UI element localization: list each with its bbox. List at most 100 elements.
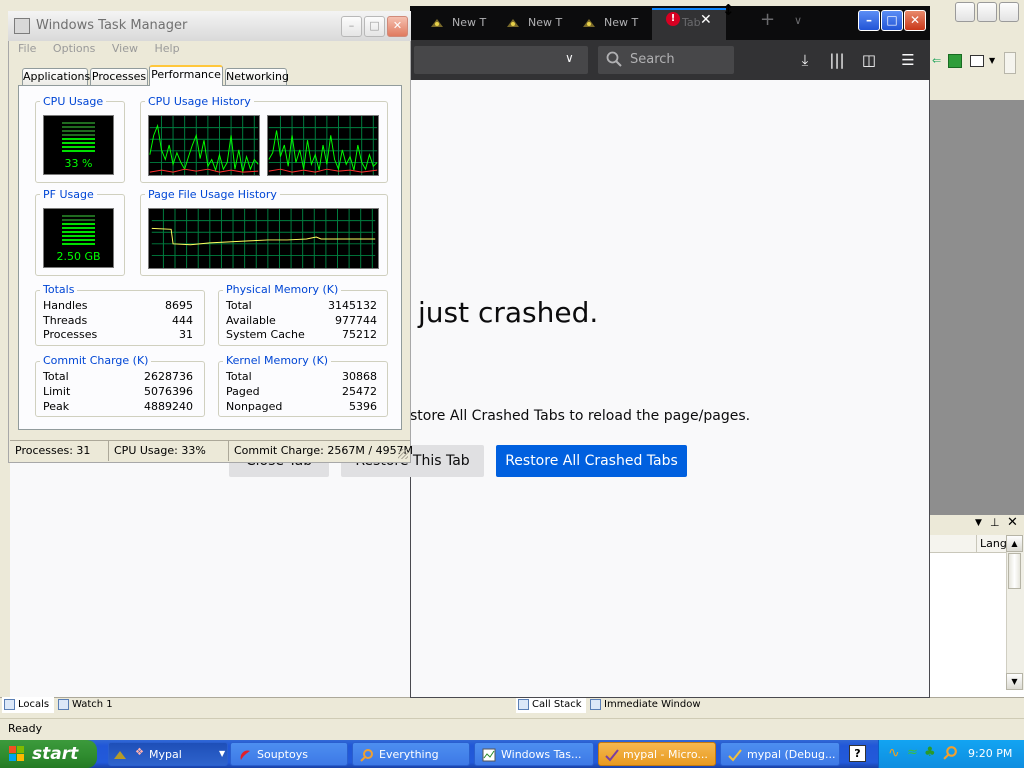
souptoys-icon xyxy=(238,747,252,761)
scroll-up-icon[interactable]: ▲ xyxy=(1006,535,1023,552)
tray-plant-icon[interactable]: ♣ xyxy=(924,745,936,760)
taskbar-item-visual-studio[interactable]: mypal - Micro... xyxy=(598,742,716,766)
vs-close-button[interactable] xyxy=(999,2,1019,22)
library-icon[interactable]: ||| xyxy=(824,48,850,72)
scroll-thumb[interactable] xyxy=(1008,553,1021,589)
commit-peak-label: Peak xyxy=(43,400,70,413)
tm-minimize-button[interactable]: – xyxy=(341,16,362,37)
help-icon[interactable]: ? xyxy=(849,745,866,762)
tm-close-button[interactable]: ✕ xyxy=(387,16,408,37)
menu-file[interactable]: File xyxy=(18,42,36,55)
tray-network-icon[interactable]: ≈ xyxy=(907,745,918,760)
sidebar-icon[interactable]: ◫ xyxy=(856,48,882,72)
panel-close-icon[interactable]: ✕ xyxy=(1007,515,1018,530)
tab-applications[interactable]: Applications xyxy=(22,68,90,85)
commit-total-label: Total xyxy=(43,370,69,383)
pin-icon[interactable]: ⊥ xyxy=(990,516,1000,529)
tab-processes[interactable]: Processes xyxy=(90,68,148,85)
mypal-favicon-icon xyxy=(507,19,519,27)
tab-networking[interactable]: Networking xyxy=(225,68,289,85)
arrow-icon[interactable]: ⇐ xyxy=(932,54,942,67)
immediate-window-icon xyxy=(590,699,601,710)
tray-app-icon[interactable]: ∿ xyxy=(888,745,900,761)
group-indicator-icon: ❖ xyxy=(135,747,144,758)
cpu-usage-value: 33 % xyxy=(64,157,93,170)
status-commit-charge: Commit Charge: 2567M / 4957M xyxy=(228,441,413,461)
restore-all-button[interactable]: Restore All Crashed Tabs xyxy=(496,445,687,477)
tab-watch[interactable]: Watch 1 xyxy=(56,697,120,713)
tab-close-icon[interactable]: ✕ xyxy=(700,12,712,28)
tab-call-stack[interactable]: Call Stack xyxy=(516,697,586,713)
tray-search-icon[interactable] xyxy=(943,745,958,760)
tm-maximize-button[interactable]: □ xyxy=(364,16,385,37)
taskbar-item-everything[interactable]: Everything xyxy=(352,742,470,766)
tab-performance[interactable]: Performance xyxy=(149,65,223,86)
totals-processes-value: 31 xyxy=(179,328,193,341)
grid-column-language[interactable]: Langu xyxy=(976,535,1006,552)
toolbar-overflow[interactable] xyxy=(1004,52,1016,74)
physical-total-value: 3145132 xyxy=(328,299,377,312)
firefox-window xyxy=(410,6,930,698)
totals-handles-label: Handles xyxy=(43,299,88,312)
crash-title: just crashed. xyxy=(418,296,599,329)
totals-threads-label: Threads xyxy=(43,314,88,327)
cpu-history-graph-core-2 xyxy=(267,115,379,176)
url-bar[interactable] xyxy=(414,46,588,74)
commit-limit-label: Limit xyxy=(43,385,71,398)
status-processes: Processes: 31 xyxy=(15,444,91,457)
everything-icon xyxy=(360,747,374,762)
tab-locals[interactable]: Locals xyxy=(2,697,54,713)
vs-status-bar: Ready xyxy=(0,718,1024,738)
cpu-history-label: CPU Usage History xyxy=(145,95,254,108)
menu-icon[interactable]: ☰ xyxy=(895,48,921,72)
kernel-total-label: Total xyxy=(226,370,252,383)
firefox-tab[interactable]: New T xyxy=(420,8,494,38)
new-tab-icon[interactable]: + xyxy=(760,9,775,30)
crash-description: store All Crashed Tabs to reload the pag… xyxy=(410,408,751,424)
firefox-content-left xyxy=(10,463,410,697)
taskbar-item-souptoys[interactable]: Souptoys xyxy=(230,742,348,766)
dropdown-arrow-icon[interactable]: ▼ xyxy=(989,56,995,65)
active-tab-label: Tab xyxy=(682,16,701,29)
task-manager-icon xyxy=(14,18,30,34)
panel-dropdown-icon[interactable]: ▼ xyxy=(975,518,982,528)
search-icon xyxy=(606,51,622,67)
physical-total-label: Total xyxy=(226,299,252,312)
vs-maximize-button[interactable] xyxy=(977,2,997,22)
kernel-total-value: 30868 xyxy=(342,370,377,383)
group-dropdown-icon[interactable]: ▼ xyxy=(219,749,225,758)
tab-list-icon[interactable]: ∨ xyxy=(794,14,802,27)
run-icon[interactable] xyxy=(948,54,962,68)
tab-immediate-window[interactable]: Immediate Window xyxy=(588,697,701,713)
downloads-icon[interactable]: ⤓ xyxy=(792,48,818,72)
commit-charge-label: Commit Charge (K) xyxy=(40,354,152,367)
firefox-maximize-button[interactable]: □ xyxy=(881,10,903,31)
mypal-favicon-icon xyxy=(431,19,443,27)
resize-cursor-icon: ↕ xyxy=(722,1,735,19)
menu-options[interactable]: Options xyxy=(53,42,95,55)
firefox-minimize-button[interactable]: – xyxy=(858,10,880,31)
taskbar-item-mypal-debug[interactable]: mypal (Debug... xyxy=(720,742,840,766)
scroll-down-icon[interactable]: ▼ xyxy=(1006,673,1023,690)
kernel-nonpaged-value: 5396 xyxy=(349,400,377,413)
windows-logo-icon xyxy=(9,746,24,761)
window-icon[interactable] xyxy=(970,55,984,67)
call-stack-icon xyxy=(518,699,529,710)
menu-help[interactable]: Help xyxy=(154,42,179,55)
cpu-history-graph-core-1 xyxy=(148,115,260,176)
firefox-tab[interactable]: New T xyxy=(496,8,570,38)
resize-grip-icon[interactable] xyxy=(398,449,408,459)
firefox-close-button[interactable]: ✕ xyxy=(904,10,926,31)
vs-minimize-button[interactable] xyxy=(955,2,975,22)
kernel-memory-label: Kernel Memory (K) xyxy=(223,354,332,367)
url-dropdown-icon[interactable]: ∨ xyxy=(565,51,574,65)
taskbar-item-mypal[interactable]: Mypal xyxy=(108,742,228,766)
pf-history-label: Page File Usage History xyxy=(145,188,280,201)
visual-studio-icon xyxy=(605,747,619,762)
mypal-favicon-icon xyxy=(583,19,595,27)
taskbar-item-task-manager[interactable]: Windows Tas... xyxy=(474,742,594,766)
menu-view[interactable]: View xyxy=(112,42,138,55)
firefox-tab[interactable]: New T xyxy=(572,8,646,38)
kernel-nonpaged-label: Nonpaged xyxy=(226,400,283,413)
commit-limit-value: 5076396 xyxy=(144,385,193,398)
